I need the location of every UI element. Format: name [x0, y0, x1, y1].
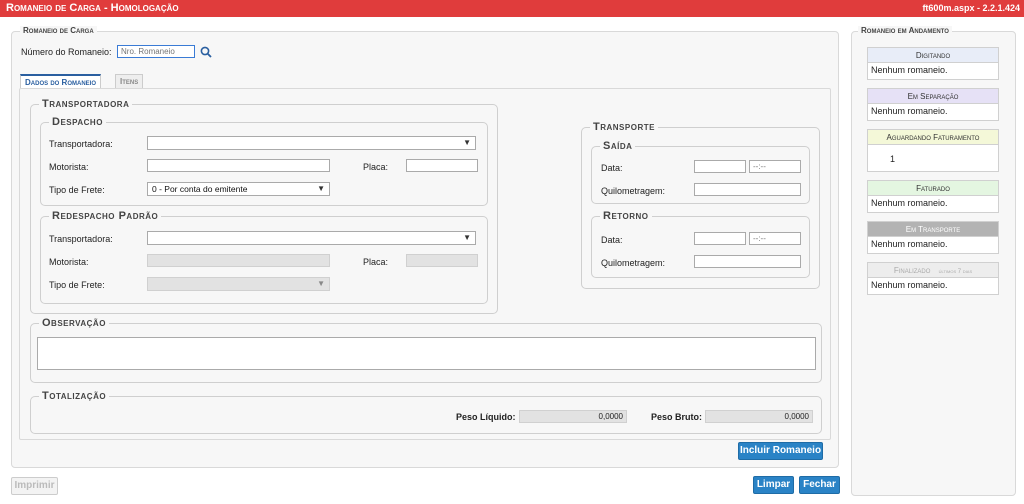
retorno-quilometragem-label: Quilometragem: — [601, 258, 666, 268]
card-content: Nenhum romaneio. — [871, 65, 948, 75]
despacho-motorista-input[interactable] — [147, 159, 330, 172]
tab-itens[interactable]: Itens — [115, 74, 144, 88]
tab-dados-do-romaneio[interactable]: Dados do Romaneio — [20, 74, 102, 88]
imprimir-button[interactable]: Imprimir — [11, 477, 58, 495]
card-em-transporte[interactable]: Em Transporte Nenhum romaneio. — [867, 221, 999, 254]
despacho-transportadora-select[interactable]: ▼ — [147, 136, 476, 150]
despacho-motorista-label: Motorista: — [49, 162, 89, 172]
retorno-fieldset: Retorno — [591, 210, 810, 278]
redespacho-transportadora-label: Transportadora: — [49, 234, 113, 244]
card-header: Faturado — [868, 181, 998, 196]
numero-romaneio-input[interactable] — [117, 45, 195, 58]
card-faturado[interactable]: Faturado Nenhum romaneio. — [867, 180, 999, 213]
retorno-legend: Retorno — [600, 210, 652, 222]
totalizacao-legend: Totalização — [39, 390, 110, 402]
redespacho-placa-label: Placa: — [363, 257, 389, 267]
saida-data-input[interactable] — [694, 160, 746, 173]
despacho-tipo-frete-select[interactable]: 0 - Por conta do emitente ▼ — [147, 182, 330, 196]
despacho-placa-label: Placa: — [363, 162, 389, 172]
card-content: Nenhum romaneio. — [871, 106, 948, 116]
redespacho-placa-input — [406, 254, 478, 267]
card-digitando[interactable]: Digitando Nenhum romaneio. — [867, 47, 999, 80]
andamento-legend: Romaneio em Andamento — [858, 26, 952, 35]
fechar-button[interactable]: Fechar — [799, 476, 840, 494]
numero-romaneio-label: Número do Romaneio: — [21, 47, 112, 57]
chevron-down-icon: ▼ — [317, 184, 325, 193]
card-header: Em Separação — [868, 89, 998, 104]
incluir-romaneio-button[interactable]: Incluir Romaneio — [738, 442, 823, 460]
card-content: 1 — [890, 154, 896, 164]
transportadora-legend: Transportadora — [39, 98, 133, 110]
saida-hora-input[interactable] — [749, 160, 801, 173]
chevron-down-icon: ▼ — [463, 138, 471, 147]
peso-liquido-value: 0,0000 — [519, 410, 627, 423]
card-header: Digitando — [868, 48, 998, 63]
tipo-frete-value: 0 - Por conta do emitente — [152, 184, 248, 194]
card-header: Aguardando Faturamento — [868, 130, 998, 145]
retorno-data-input[interactable] — [694, 232, 746, 245]
redespacho-tipo-frete-select: ▼ — [147, 277, 330, 291]
card-content: Nenhum romaneio. — [871, 198, 948, 208]
observacao-legend: Observação — [39, 317, 109, 329]
redespacho-tipo-frete-label: Tipo de Frete: — [49, 280, 105, 290]
card-content: Nenhum romaneio. — [871, 280, 948, 290]
despacho-placa-input[interactable] — [406, 159, 478, 172]
card-subtitle: últimos 7 dias — [938, 269, 973, 275]
peso-bruto-value: 0,0000 — [705, 410, 813, 423]
peso-liquido-label: Peso Líquido: — [456, 412, 516, 422]
saida-data-label: Data: — [601, 163, 623, 173]
title-bar: Romaneio de Carga - Homologação ft600m.a… — [0, 0, 1024, 17]
redespacho-legend: Redespacho Padrão — [49, 210, 162, 222]
limpar-button[interactable]: Limpar — [753, 476, 794, 494]
card-em-separacao[interactable]: Em Separação Nenhum romaneio. — [867, 88, 999, 121]
romaneio-legend: Romaneio de Carga — [20, 26, 97, 35]
peso-bruto-label: Peso Bruto: — [651, 412, 703, 422]
chevron-down-icon: ▼ — [463, 233, 471, 242]
observacao-textarea[interactable] — [37, 337, 816, 370]
redespacho-motorista-label: Motorista: — [49, 257, 89, 267]
retorno-quilometragem-input[interactable] — [694, 255, 801, 268]
saida-quilometragem-input[interactable] — [694, 183, 801, 196]
totalizacao-fieldset: Totalização — [30, 390, 822, 434]
despacho-transportadora-label: Transportadora: — [49, 139, 113, 149]
card-title: Finalizado — [893, 266, 931, 275]
card-finalizado[interactable]: Finalizado últimos 7 dias Nenhum romanei… — [867, 262, 999, 295]
retorno-data-label: Data: — [601, 235, 623, 245]
card-aguardando-faturamento[interactable]: Aguardando Faturamento 1 — [867, 129, 999, 172]
card-header: Finalizado últimos 7 dias — [868, 263, 998, 278]
app-version: ft600m.aspx - 2.2.1.424 — [922, 3, 1020, 13]
card-content: Nenhum romaneio. — [871, 239, 948, 249]
card-header: Em Transporte — [868, 222, 998, 237]
saida-legend: Saída — [600, 140, 636, 152]
despacho-tipo-frete-label: Tipo de Frete: — [49, 185, 105, 195]
saida-quilometragem-label: Quilometragem: — [601, 186, 666, 196]
despacho-legend: Despacho — [49, 116, 106, 128]
redespacho-transportadora-select[interactable]: ▼ — [147, 231, 476, 245]
retorno-hora-input[interactable] — [749, 232, 801, 245]
redespacho-motorista-input — [147, 254, 330, 267]
chevron-down-icon: ▼ — [317, 279, 325, 288]
search-icon[interactable] — [199, 45, 213, 59]
app-title: Romaneio de Carga - Homologação — [6, 2, 179, 14]
transporte-legend: Transporte — [590, 121, 658, 133]
